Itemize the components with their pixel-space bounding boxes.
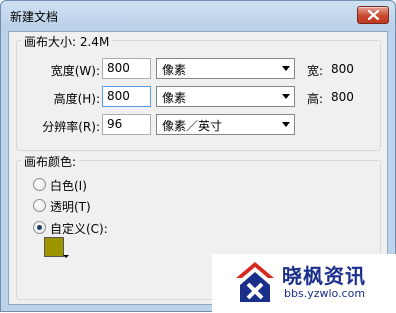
canvas-color-legend: 画布颜色: xyxy=(21,153,80,170)
resolution-input[interactable]: 96 xyxy=(102,114,151,135)
resolution-unit-value: 像素／英寸 xyxy=(162,119,223,133)
resolution-label: 分辨率(R): xyxy=(42,120,100,134)
chevron-down-icon xyxy=(282,94,290,99)
watermark-url: bbs.yzwlo.com xyxy=(284,287,366,300)
width-readout-label: 宽: xyxy=(307,64,324,78)
radio-custom-label: 自定义(C): xyxy=(50,222,108,236)
height-readout-value: 800 xyxy=(331,90,354,104)
height-unit-select[interactable]: 像素 xyxy=(156,86,295,107)
width-unit-value: 像素 xyxy=(162,63,187,77)
dropdown-arrow-icon xyxy=(63,255,69,258)
radio-button[interactable] xyxy=(33,199,46,212)
height-input[interactable]: 800 xyxy=(102,86,151,107)
house-logo-icon xyxy=(236,262,274,302)
radio-button[interactable] xyxy=(33,178,46,191)
height-label: 高度(H): xyxy=(53,92,100,106)
radio-white-label: 白色(I) xyxy=(50,179,87,193)
width-input[interactable]: 800 xyxy=(102,58,151,79)
close-icon xyxy=(368,10,379,20)
watermark: 晓枫资讯 bbs.yzwlo.com xyxy=(212,254,396,313)
width-readout-value: 800 xyxy=(331,62,354,76)
canvas-size-legend: 画布大小: 2.4M xyxy=(21,33,113,50)
custom-color-picker[interactable] xyxy=(44,237,69,258)
radio-transparent-label: 透明(T) xyxy=(50,200,91,214)
resolution-unit-select[interactable]: 像素／英寸 xyxy=(156,114,295,135)
dialog-title: 新建文档 xyxy=(10,10,59,24)
height-unit-value: 像素 xyxy=(162,91,187,105)
chevron-down-icon xyxy=(282,66,290,71)
width-label: 宽度(W): xyxy=(50,64,100,78)
new-document-dialog: 新建文档 画布大小: 2.4M 宽度(W): 800 像素 宽: 800 高度(… xyxy=(0,0,396,313)
width-unit-select[interactable]: 像素 xyxy=(156,58,295,79)
radio-button-checked[interactable] xyxy=(33,221,46,234)
title-bar[interactable]: 新建文档 xyxy=(1,1,395,31)
height-readout-label: 高: xyxy=(307,92,324,106)
watermark-title: 晓枫资讯 xyxy=(282,264,366,288)
chevron-down-icon xyxy=(282,122,290,127)
close-button[interactable] xyxy=(357,6,389,24)
